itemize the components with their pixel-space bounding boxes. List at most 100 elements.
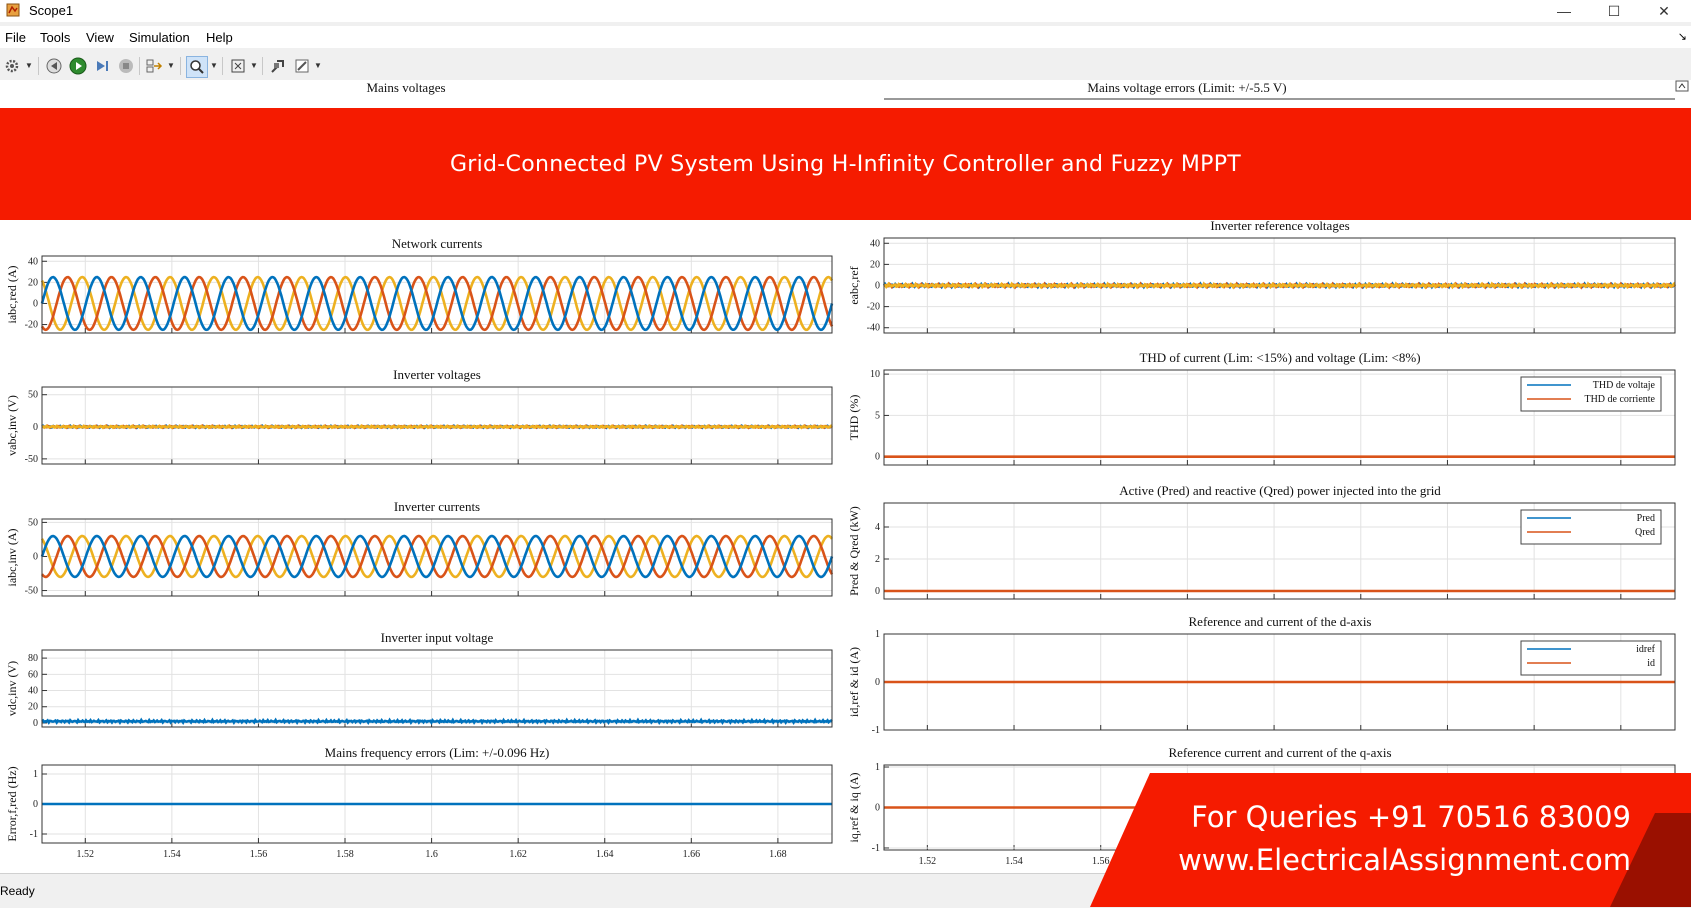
title-banner: Grid-Connected PV System Using H-Infinit…: [0, 108, 1691, 220]
panel-title: Inverter currents: [394, 499, 480, 514]
trace-phase: [41, 423, 833, 430]
highlight-block-icon[interactable]: [145, 56, 165, 76]
contact-website: www.ElectricalAssignment.com: [1178, 843, 1631, 877]
y-axis-label: eabc,ref: [847, 266, 861, 304]
x-tick-label: 1.66: [683, 849, 701, 860]
y-axis-label: iabc,inv (A): [5, 529, 19, 587]
y-tick-label: -20: [25, 320, 38, 331]
panel-title: Reference current and current of the q-a…: [1168, 745, 1391, 760]
minimize-button[interactable]: —: [1541, 0, 1587, 22]
menu-tools[interactable]: Tools: [40, 30, 70, 45]
y-tick-label: -1: [30, 829, 38, 840]
y-tick-label: 40: [28, 686, 38, 697]
step-back-icon[interactable]: [44, 56, 64, 76]
y-tick-label: 0: [875, 586, 880, 597]
plot-background: [42, 650, 832, 727]
panel-title: THD of current (Lim: <15%) and voltage (…: [1139, 350, 1420, 365]
window-title: Scope1: [29, 3, 74, 18]
x-tick-label: 1.52: [919, 856, 937, 867]
y-tick-label: 0: [33, 298, 38, 309]
y-tick-label: -50: [25, 454, 38, 465]
menu-help[interactable]: Help: [206, 30, 233, 45]
panel-inverter-voltages: Inverter voltages 50 0 -50 vabc,inv (V): [5, 367, 833, 465]
status-text: Ready: [0, 884, 35, 898]
x-tick-label: 1.6: [425, 849, 438, 860]
legend-label: THD de voltaje: [1593, 380, 1656, 391]
panel-title: Network currents: [392, 236, 483, 251]
menu-bar: File Tools View Simulation Help ↘: [0, 26, 1691, 48]
panel-mains-frequency-errors: Mains frequency errors (Lim: +/-0.096 Hz…: [5, 745, 833, 860]
y-tick-label: 40: [870, 238, 880, 249]
y-tick-label: 0: [875, 452, 880, 463]
zoom-icon[interactable]: [186, 56, 208, 78]
x-tick-label: 1.54: [1005, 856, 1023, 867]
legend-label: Qred: [1635, 527, 1655, 538]
y-tick-label: 60: [28, 669, 38, 680]
x-tick-label: 1.54: [163, 849, 181, 860]
settings-icon[interactable]: [2, 56, 22, 76]
chevron-down-icon[interactable]: ▼: [25, 61, 33, 70]
close-button[interactable]: ✕: [1641, 0, 1687, 22]
step-forward-icon[interactable]: [92, 56, 112, 76]
contact-phone: For Queries +91 70516 83009: [1191, 800, 1631, 834]
legend-label: THD de corriente: [1584, 394, 1655, 405]
panel-title: Mains frequency errors (Lim: +/-0.096 Hz…: [325, 745, 550, 760]
maximize-button[interactable]: ☐: [1591, 0, 1637, 22]
panel-inverter-input-voltage: Inverter input voltage 80 60 40 20 0 vdc,inv (…: [5, 630, 833, 729]
toolbar: ▼ ▼ ▼ ▼ ▼: [0, 52, 1691, 81]
stop-icon[interactable]: [116, 56, 136, 76]
x-tick-label: 1.58: [336, 849, 354, 860]
y-tick-label: -50: [25, 586, 38, 597]
y-axis-label: THD (%): [847, 395, 861, 441]
chevron-down-icon[interactable]: ▼: [167, 61, 175, 70]
y-tick-label: 80: [28, 653, 38, 664]
y-tick-label: 0: [875, 677, 880, 688]
chevron-down-icon[interactable]: ▼: [210, 61, 218, 70]
menu-simulation[interactable]: Simulation: [129, 30, 190, 45]
y-tick-label: 0: [33, 718, 38, 729]
legend-label: Pred: [1637, 513, 1655, 524]
y-axis-label: iq,ref & iq (A): [847, 773, 861, 843]
y-axis-label: id,ref & id (A): [847, 647, 861, 717]
legend-label: id: [1647, 658, 1655, 669]
x-tick-label: 1.56: [250, 849, 268, 860]
y-tick-label: 0: [33, 551, 38, 562]
menu-file[interactable]: File: [5, 30, 26, 45]
y-tick-label: -1: [872, 725, 880, 736]
y-axis-label: vabc,inv (V): [5, 395, 19, 456]
style-icon[interactable]: [292, 56, 312, 76]
y-tick-label: 5: [875, 410, 880, 421]
y-axis-label: vdc,inv (V): [5, 661, 19, 716]
panel-title: Active (Pred) and reactive (Qred) power …: [1119, 483, 1441, 498]
undock-icon[interactable]: ↘: [1678, 30, 1687, 43]
chevron-down-icon[interactable]: ▼: [314, 61, 322, 70]
layout-icon[interactable]: [268, 56, 288, 76]
legend: THD de voltaje THD de corriente: [1520, 376, 1662, 412]
x-tick-label: 1.68: [769, 849, 787, 860]
y-tick-label: 50: [28, 390, 38, 401]
y-tick-label: -40: [867, 323, 880, 334]
y-tick-label: 0: [875, 281, 880, 292]
y-tick-label: 50: [28, 517, 38, 528]
panel-title: Inverter input voltage: [381, 630, 494, 645]
panel-inverter-reference-voltages: Inverter reference voltages 40 20 0 -20 -40 ea…: [847, 218, 1677, 334]
menu-view[interactable]: View: [86, 30, 114, 45]
y-tick-label: 1: [875, 762, 880, 773]
legend: idref id: [1520, 640, 1662, 676]
contact-overlay: For Queries +91 70516 83009 www.Electric…: [1090, 773, 1691, 907]
panel-thd: THD of current (Lim: <15%) and voltage (…: [847, 350, 1676, 466]
y-tick-label: 20: [28, 277, 38, 288]
y-axis-label: Pred & Qred (kW): [847, 506, 861, 596]
y-tick-label: 1: [33, 769, 38, 780]
legend: Pred Qred: [1520, 509, 1662, 545]
y-axis-label: Error,f,red (Hz): [5, 766, 19, 841]
run-icon[interactable]: [68, 56, 88, 76]
trace-dc: [41, 717, 833, 726]
x-tick-label: 1.52: [77, 849, 95, 860]
panel-title: Reference and current of the d-axis: [1189, 614, 1372, 629]
y-tick-label: 0: [33, 422, 38, 433]
restore-layout-icon[interactable]: [1675, 80, 1689, 94]
chevron-down-icon[interactable]: ▼: [250, 61, 258, 70]
y-tick-label: 2: [875, 554, 880, 565]
fit-to-view-icon[interactable]: [228, 56, 248, 76]
